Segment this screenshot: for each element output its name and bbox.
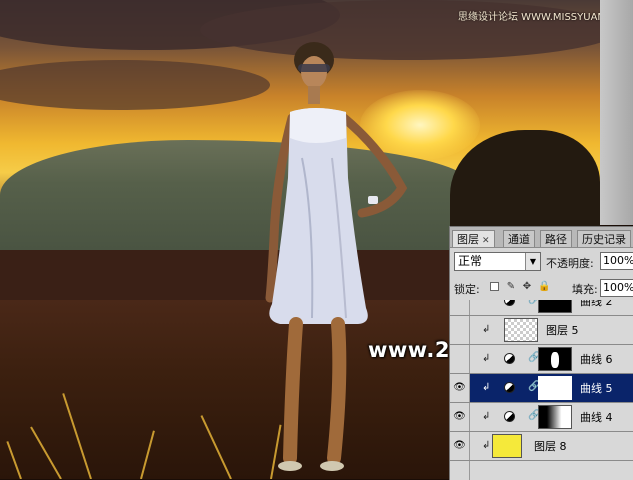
layer-mask-thumb[interactable] [538, 347, 572, 371]
layer-name[interactable]: 图层 5 [546, 322, 579, 338]
layer-mask-thumb[interactable] [538, 300, 572, 313]
layer-mask-thumb[interactable] [538, 405, 572, 429]
clip-arrow-icon: ↲ [482, 440, 491, 451]
layers-panel: 图层 ✕ 通道 路径 历史记录 正常 ▼ 不透明度: 100% 锁定: ✎ ✥ 🔒… [449, 226, 633, 480]
blend-mode-value: 正常 [458, 254, 483, 268]
layer-mask-thumb[interactable] [538, 376, 572, 400]
fill-input[interactable]: 100% [600, 279, 633, 297]
lock-icon[interactable]: 🔒 [538, 282, 550, 292]
layer-list: 🔗 曲线 2 ↲ 图层 5 ↲ 🔗 曲线 6 👁 ↲ 🔗 曲线 5 [450, 300, 633, 480]
visibility-toggle[interactable] [450, 461, 470, 480]
tab-paths[interactable]: 路径 [540, 230, 572, 247]
blend-row: 正常 ▼ 不透明度: 100% [450, 249, 633, 275]
clip-arrow-icon: ↲ [482, 353, 491, 364]
layer-thumb[interactable] [492, 434, 522, 458]
tab-paths-label: 路径 [545, 233, 567, 246]
watermark-top: 思缘设计论坛 WWW.MISSYUAN.COM [458, 12, 600, 23]
clip-arrow-icon: ↲ [482, 324, 491, 335]
lock-row: 锁定: ✎ ✥ 🔒 填充: 100% [450, 277, 633, 299]
tab-history-label: 历史记录 [582, 233, 626, 246]
layer-row-layer-8[interactable]: 👁 ↲ 图层 8 [450, 432, 633, 461]
layer-name[interactable]: 曲线 2 [580, 300, 613, 309]
visibility-toggle[interactable] [450, 316, 470, 344]
blend-mode-select[interactable]: 正常 ▼ [454, 252, 541, 271]
fill-label: 填充: [572, 283, 598, 296]
visibility-toggle[interactable] [450, 300, 470, 315]
layer-row-curves-6[interactable]: ↲ 🔗 曲线 6 [450, 345, 633, 374]
tab-channels[interactable]: 通道 [503, 230, 535, 247]
layer-name[interactable]: 曲线 6 [580, 351, 613, 367]
panel-tabs: 图层 ✕ 通道 路径 历史记录 [450, 227, 633, 248]
tab-history[interactable]: 历史记录 [577, 230, 631, 247]
layer-row-curves-2[interactable]: 🔗 曲线 2 [450, 300, 633, 316]
chevron-down-icon[interactable]: ▼ [525, 253, 540, 270]
layer-row-layer-5[interactable]: ↲ 图层 5 [450, 316, 633, 345]
adjustment-layer-icon [504, 382, 515, 393]
canvas-scroll-area[interactable] [600, 0, 633, 225]
layer-thumb[interactable] [504, 318, 538, 342]
eye-icon[interactable]: 👁 [450, 374, 470, 402]
adjustment-layer-icon [504, 411, 515, 422]
clip-arrow-icon: ↲ [482, 411, 491, 422]
tab-layers[interactable]: 图层 ✕ [452, 230, 495, 247]
layer-name[interactable]: 曲线 4 [580, 409, 613, 425]
layer-name[interactable]: 曲线 5 [580, 380, 613, 396]
layer-row-curves-4[interactable]: 👁 ↲ 🔗 曲线 4 [450, 403, 633, 432]
adjustment-layer-icon [504, 353, 515, 364]
layer-name[interactable]: 图层 8 [534, 438, 567, 454]
eye-icon[interactable]: 👁 [450, 432, 470, 460]
tab-layers-label: 图层 [457, 233, 479, 246]
opacity-input[interactable]: 100% [600, 252, 633, 270]
lock-move-icon[interactable]: ✥ [522, 282, 532, 292]
close-icon[interactable]: ✕ [482, 236, 490, 246]
layer-row-partial[interactable] [450, 461, 633, 480]
lock-transparent-icon[interactable] [490, 282, 499, 291]
cloud [0, 60, 270, 110]
visibility-toggle[interactable] [450, 345, 470, 373]
opacity-label: 不透明度: [546, 257, 594, 270]
tab-channels-label: 通道 [508, 233, 530, 246]
lock-brush-icon[interactable]: ✎ [506, 282, 516, 292]
layer-row-curves-5[interactable]: 👁 ↲ 🔗 曲线 5 [450, 374, 633, 403]
adjustment-layer-icon [504, 300, 515, 306]
clip-arrow-icon: ↲ [482, 382, 491, 393]
lock-label: 锁定: [454, 283, 480, 296]
eye-icon[interactable]: 👁 [450, 403, 470, 431]
woman-figure [265, 42, 408, 471]
